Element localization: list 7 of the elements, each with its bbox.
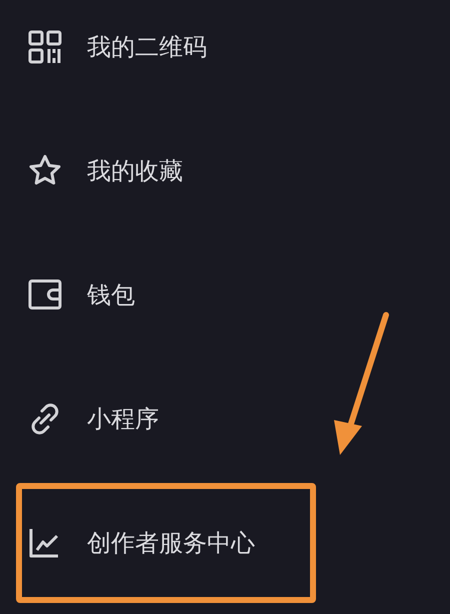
menu-item[interactable]: 钱包: [16, 235, 316, 355]
wallet-icon: [28, 278, 62, 312]
menu-item[interactable]: 小程序: [16, 359, 316, 479]
menu-item[interactable]: 我的二维码: [16, 0, 316, 107]
qr-code-icon: [28, 30, 62, 64]
menu-item[interactable]: 创作者服务中心: [16, 483, 316, 603]
menu-item[interactable]: 我的收藏: [16, 111, 316, 231]
